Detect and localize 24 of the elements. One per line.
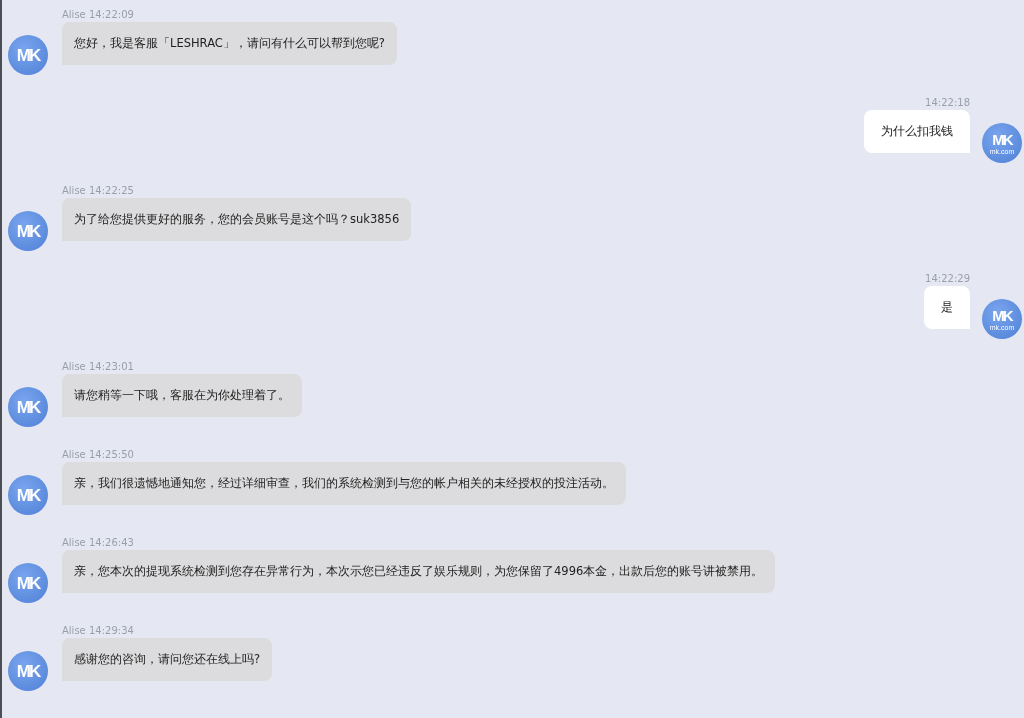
message-bubble: 是	[924, 286, 970, 329]
avatar-logo: MK	[16, 486, 40, 504]
message-bubble: 您好，我是客服「LESHRAC」，请问有什么可以帮到您呢?	[62, 22, 397, 65]
avatar-logo: MK	[16, 398, 40, 416]
message-meta: 14:22:29	[925, 273, 970, 286]
message-bubble: 亲，您本次的提现系统检测到您存在异常行为，本次示您已经违反了娱乐规则，为您保留了4996本金，出款后您的账号讲被禁用。	[62, 550, 776, 593]
avatar-logo: MK	[16, 222, 40, 240]
message-meta: Alise 14:22:25	[62, 185, 134, 198]
message-meta: 14:22:18	[925, 97, 970, 110]
message-meta: Alise 14:29:34	[62, 625, 134, 638]
message-meta: Alise 14:26:43	[62, 537, 134, 550]
message-bubble: 请您稍等一下哦，客服在为你处理着了。	[62, 374, 302, 417]
message-meta: Alise 14:23:01	[62, 361, 134, 374]
message-bubble: 为了给您提供更好的服务，您的会员账号是这个吗？suk3856	[62, 198, 412, 241]
avatar-logo: MK	[992, 131, 1012, 147]
message-meta: Alise 14:25:50	[62, 449, 134, 462]
message-meta: Alise 14:22:09	[62, 9, 134, 22]
message-bubble: 亲，我们很遗憾地通知您，经过详细审查，我们的系统检测到与您的帐户相关的未经授权的投注活动。	[62, 462, 626, 505]
message-bubble: 为什么扣我钱	[864, 110, 970, 153]
avatar-logo: MK	[16, 574, 40, 592]
message-bubble: 感谢您的咨询，请问您还在线上吗?	[62, 638, 273, 681]
avatar-logo: MK	[992, 307, 1012, 323]
avatar-logo: MK	[16, 46, 40, 64]
avatar-logo: MK	[16, 662, 40, 680]
